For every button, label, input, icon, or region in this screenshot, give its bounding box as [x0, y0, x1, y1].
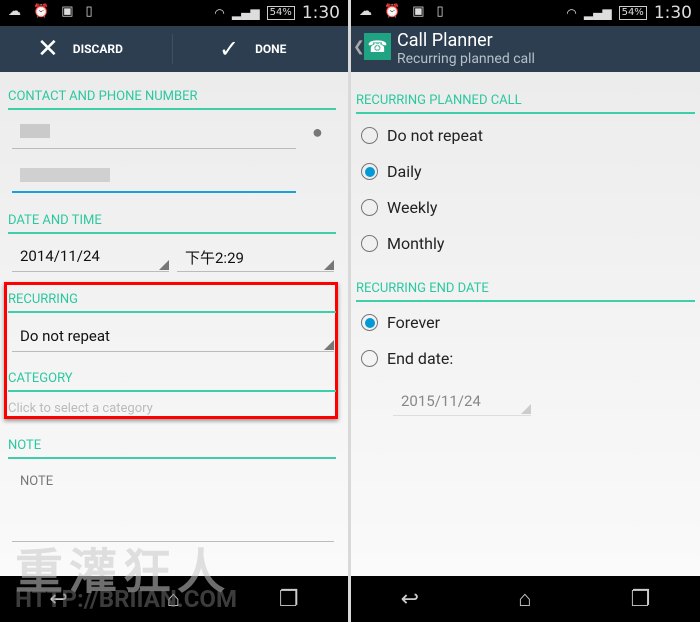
- radio-label: Do not repeat: [387, 126, 483, 145]
- alarm-icon: ⏰: [33, 4, 50, 19]
- phone-icon: ▯: [85, 4, 93, 19]
- navigation-bar: ↩ ⌂ ❐: [0, 576, 348, 622]
- discard-button[interactable]: ✕ DISCARD: [0, 26, 172, 72]
- up-button[interactable]: ❮ ☎: [353, 33, 393, 65]
- wifi-icon: ◠: [566, 6, 577, 20]
- clock: 1:30: [301, 3, 340, 23]
- signal-icon: ▂▄▆: [583, 6, 612, 20]
- contact-picker-icon[interactable]: ●: [312, 122, 330, 143]
- app-logo-icon: ☎: [364, 33, 391, 60]
- navigation-bar: ↩ ⌂ ❐: [351, 576, 700, 622]
- recurring-section-header: RECURRING PLANNED CALL: [356, 93, 695, 114]
- edit-call-screen: ☁ ⏰ ▣ ▯ ◠ ▂▄▆ 54% 1:30 ✕ DISCARD ✓ DONE CONTAC…: [0, 0, 348, 622]
- status-bar: ☁ ⏰ ▣ ▯ ◠ ▂▄▆ 54% 1:30: [0, 0, 348, 26]
- status-bar: ☁ ⏰ ▣ ▯ ◠ ▂▄▆ 54% 1:30: [351, 0, 700, 26]
- date-value: 2014/11/24: [20, 247, 100, 265]
- home-icon[interactable]: ⌂: [167, 586, 180, 612]
- wifi-icon: ◠: [214, 6, 225, 20]
- end-date-section-header: RECURRING END DATE: [356, 281, 695, 302]
- weather-icon: ☁: [8, 4, 21, 19]
- radio-icon: [361, 235, 378, 252]
- recurring-screen: ☁ ⏰ ▣ ▯ ◠ ▂▄▆ 54% 1:30 ❮ ☎ Call Planner Recurr…: [351, 0, 700, 622]
- dropdown-icon: [159, 260, 169, 270]
- phone-icon: ▯: [436, 4, 444, 19]
- radio-label: Forever: [387, 313, 441, 332]
- back-icon[interactable]: ↩: [49, 587, 67, 612]
- home-icon[interactable]: ⌂: [518, 586, 531, 612]
- chevron-left-icon: ❮: [353, 39, 365, 55]
- recent-apps-icon[interactable]: ❐: [631, 587, 651, 612]
- phone-number-input[interactable]: [12, 164, 296, 193]
- radio-label: Daily: [387, 162, 422, 181]
- action-bar: ❮ ☎ Call Planner Recurring planned call: [351, 26, 700, 72]
- end-date-spinner[interactable]: 2015/11/24: [393, 392, 531, 416]
- app-title: Call Planner: [397, 30, 493, 51]
- radio-forever[interactable]: Forever: [361, 313, 440, 332]
- radio-label: Weekly: [387, 198, 438, 217]
- radio-icon: [361, 199, 378, 216]
- weather-icon: ☁: [359, 4, 372, 19]
- end-date-value: 2015/11/24: [401, 392, 481, 410]
- radio-icon: [361, 127, 378, 144]
- dropdown-icon: [521, 404, 531, 414]
- signal-icon: ▂▄▆: [231, 6, 260, 20]
- radio-label: Monthly: [387, 234, 445, 253]
- radio-label: End date:: [387, 349, 454, 368]
- done-button[interactable]: ✓ DONE: [173, 26, 348, 72]
- recurring-section-header: RECURRING: [8, 292, 336, 313]
- recurring-value: Do not repeat: [20, 327, 110, 345]
- image-icon: ▣: [61, 4, 74, 19]
- blurred-phone: [20, 168, 110, 182]
- date-section-header: DATE AND TIME: [8, 213, 336, 234]
- done-label: DONE: [255, 42, 287, 56]
- blurred-name: [20, 124, 50, 138]
- radio-monthly[interactable]: Monthly: [361, 234, 444, 253]
- category-section-header: CATEGORY: [8, 371, 336, 392]
- recent-apps-icon[interactable]: ❐: [279, 587, 299, 612]
- screen-subtitle: Recurring planned call: [397, 51, 535, 67]
- action-bar: ✕ DISCARD ✓ DONE: [0, 26, 348, 72]
- radio-daily[interactable]: Daily: [361, 162, 422, 181]
- note-placeholder: NOTE: [20, 474, 54, 489]
- recurring-spinner[interactable]: Do not repeat: [12, 327, 334, 352]
- radio-do-not-repeat[interactable]: Do not repeat: [361, 126, 483, 145]
- radio-checked-icon: [361, 314, 378, 331]
- contact-name-input[interactable]: [12, 122, 296, 149]
- radio-icon: [361, 350, 378, 367]
- battery-indicator: 54%: [266, 6, 295, 20]
- close-icon: ✕: [37, 34, 59, 64]
- dropdown-icon: [324, 340, 334, 350]
- note-input[interactable]: NOTE: [12, 474, 334, 542]
- date-spinner[interactable]: 2014/11/24: [12, 247, 169, 272]
- alarm-icon: ⏰: [384, 4, 401, 19]
- contact-section-header: CONTACT AND PHONE NUMBER: [8, 89, 336, 110]
- radio-end-date[interactable]: End date:: [361, 349, 453, 368]
- check-icon: ✓: [219, 35, 240, 63]
- time-value: 下午2:29: [185, 249, 244, 267]
- image-icon: ▣: [412, 4, 425, 19]
- battery-indicator: 54%: [618, 6, 647, 20]
- category-selector[interactable]: Click to select a category: [8, 401, 153, 416]
- note-section-header: NOTE: [8, 438, 336, 459]
- time-spinner[interactable]: 下午2:29: [177, 247, 334, 272]
- clock: 1:30: [653, 3, 692, 23]
- recurring-options: RECURRING PLANNED CALL Do not repeat Dai…: [351, 72, 700, 576]
- back-icon[interactable]: ↩: [401, 587, 419, 612]
- dropdown-icon: [324, 260, 334, 270]
- discard-label: DISCARD: [72, 42, 123, 56]
- radio-checked-icon: [361, 163, 378, 180]
- radio-weekly[interactable]: Weekly: [361, 198, 438, 217]
- form: CONTACT AND PHONE NUMBER ● DATE AND TIME…: [0, 72, 348, 576]
